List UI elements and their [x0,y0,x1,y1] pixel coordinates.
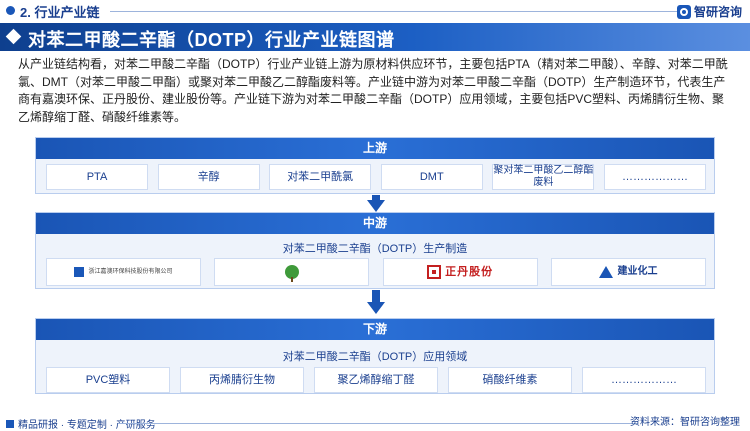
square-bullet-icon [6,419,14,428]
section-title: 2. 行业产业链 [20,5,100,20]
midstream-header: 中游 [36,213,714,234]
upstream-panel: 上游 PTA 辛醇 对苯二甲酰氯 DMT 聚对苯二甲酸乙二醇酯废料 ……………… [35,137,715,194]
page-title: 对苯二甲酸二辛酯（DOTP）行业产业链图谱 [28,30,395,50]
title-band: 对苯二甲酸二辛酯（DOTP）行业产业链图谱 [0,23,750,51]
upstream-item: DMT [380,164,483,190]
header-divider [110,11,680,12]
footer: 精品研报 · 专题定制 · 产研服务 资料来源：智研咨询整理 [0,411,750,431]
brand-name: 智研咨询 [693,5,742,19]
downstream-panel: 下游 对苯二甲酸二辛酯（DOTP）应用领域 PVC塑料 丙烯腈衍生物 聚乙烯醇缩… [35,318,715,394]
midstream-subtitle: 对苯二甲酸二辛酯（DOTP）生产制造 [282,243,468,255]
upstream-items: PTA 辛醇 对苯二甲酰氯 DMT 聚对苯二甲酸乙二醇酯废料 ……………… [46,164,706,190]
tree-logo [284,265,299,282]
downstream-item: ……………… [582,367,706,393]
downstream-item: PVC塑料 [46,367,170,393]
midstream-panel: 中游 对苯二甲酸二辛酯（DOTP）生产制造 浙江嘉澳环保科技股份有限公司 正丹股… [35,212,715,289]
downstream-item: 聚乙烯醇缩丁醛 [314,367,438,393]
jiaao-logo [74,267,85,277]
jianye-logo [599,266,614,278]
down-arrow-icon [367,200,385,212]
top-header: 2. 行业产业链 智研咨询 [0,0,750,22]
brand-logo: 智研咨询 [676,3,742,20]
company-card-zhengdan: 正丹股份 [382,258,538,286]
down-arrow-icon [367,302,385,314]
downstream-items: PVC塑料 丙烯腈衍生物 聚乙烯醇缩丁醛 硝酸纤维素 ……………… [46,367,706,393]
company-name: 浙江嘉澳环保科技股份有限公司 [88,269,173,275]
zhiyan-logo-icon [676,4,691,19]
upstream-header: 上游 [36,138,714,159]
section-bullet-icon [6,6,15,15]
company-card-tree [214,258,370,286]
company-name: 正丹股份 [445,266,494,278]
intro-paragraph: 从产业链结构看，对苯二甲酸二辛酯（DOTP）行业产业链上游为原材料供应环节，主要… [18,57,728,124]
footer-divider [118,423,638,424]
data-source: 资料来源：智研咨询整理 [630,417,740,428]
upstream-item: PTA [46,164,148,190]
zhengdan-logo [427,265,442,279]
downstream-item: 硝酸纤维素 [448,367,572,393]
upstream-item: 聚对苯二甲酸乙二醇酯废料 [492,164,595,190]
downstream-header: 下游 [36,319,714,340]
company-card-jianye: 建业化工 [550,258,706,286]
upstream-item: 对苯二甲酰氯 [269,164,372,190]
upstream-item: ……………… [603,164,706,190]
company-card-jiaao: 浙江嘉澳环保科技股份有限公司 [46,258,201,286]
downstream-subtitle: 对苯二甲酸二辛酯（DOTP）应用领域 [282,351,468,363]
company-name: 建业化工 [617,266,658,277]
diamond-icon [5,28,22,45]
company-row: 浙江嘉澳环保科技股份有限公司 正丹股份 建业化工 [46,258,706,286]
downstream-item: 丙烯腈衍生物 [180,367,304,393]
upstream-item: 辛醇 [157,164,260,190]
